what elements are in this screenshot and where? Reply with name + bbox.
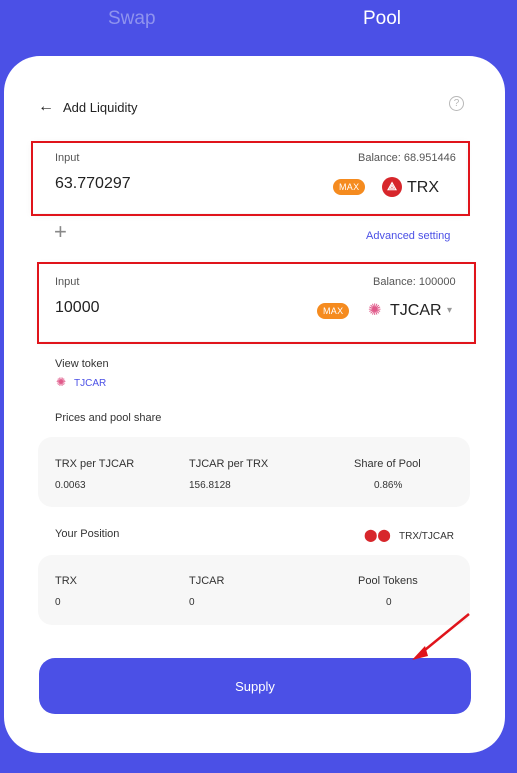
- annotation-arrow: [412, 613, 470, 660]
